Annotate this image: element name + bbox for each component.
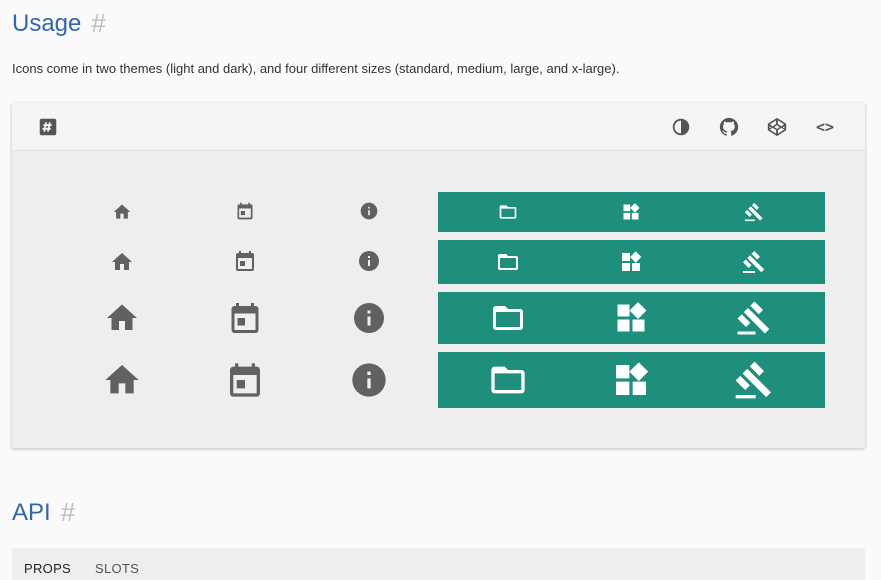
- usage-heading: Usage #: [12, 8, 106, 39]
- home-icon: [104, 300, 140, 336]
- tab-slots[interactable]: SLOTS: [95, 561, 139, 576]
- codepen-icon[interactable]: [765, 115, 789, 139]
- usage-anchor-link[interactable]: #: [91, 8, 105, 39]
- api-title: API: [12, 498, 51, 526]
- widgets-icon: [621, 202, 641, 222]
- usage-description: Icons come in two themes (light and dark…: [12, 61, 620, 76]
- home-icon: [102, 360, 142, 400]
- folder-icon: [498, 202, 518, 222]
- calendar-icon: [235, 201, 255, 221]
- widgets-icon: [613, 300, 649, 336]
- tab-props[interactable]: PROPS: [24, 561, 71, 576]
- invert-colors-icon[interactable]: [669, 115, 693, 139]
- widgets-icon: [619, 250, 643, 274]
- gavel-icon: [742, 250, 766, 274]
- info-icon: [359, 201, 379, 221]
- dark-row-standard: [438, 192, 825, 232]
- folder-icon: [496, 250, 520, 274]
- gavel-icon: [734, 360, 774, 400]
- home-icon: [112, 202, 132, 222]
- folder-icon: [490, 300, 526, 336]
- api-heading: API #: [12, 497, 75, 528]
- info-icon: [349, 360, 389, 400]
- api-anchor-link[interactable]: #: [61, 497, 75, 528]
- api-tabs: PROPS SLOTS: [12, 548, 865, 580]
- dark-row-medium: [438, 240, 825, 284]
- home-icon: [110, 250, 134, 274]
- usage-title: Usage: [12, 9, 82, 37]
- hash-icon[interactable]: [36, 115, 60, 139]
- folder-icon: [488, 360, 528, 400]
- calendar-icon: [225, 360, 265, 400]
- widgets-icon: [611, 360, 651, 400]
- example-card: <>: [12, 103, 865, 448]
- calendar-icon: [233, 249, 257, 273]
- dark-row-x-large: [438, 352, 825, 408]
- dark-row-large: [438, 292, 825, 344]
- calendar-icon: [227, 300, 263, 336]
- gavel-icon: [744, 202, 764, 222]
- code-icon[interactable]: <>: [813, 115, 837, 139]
- info-icon: [351, 300, 387, 336]
- gavel-icon: [736, 300, 772, 336]
- info-icon: [357, 249, 381, 273]
- github-icon[interactable]: [717, 115, 741, 139]
- example-toolbar: <>: [12, 103, 865, 151]
